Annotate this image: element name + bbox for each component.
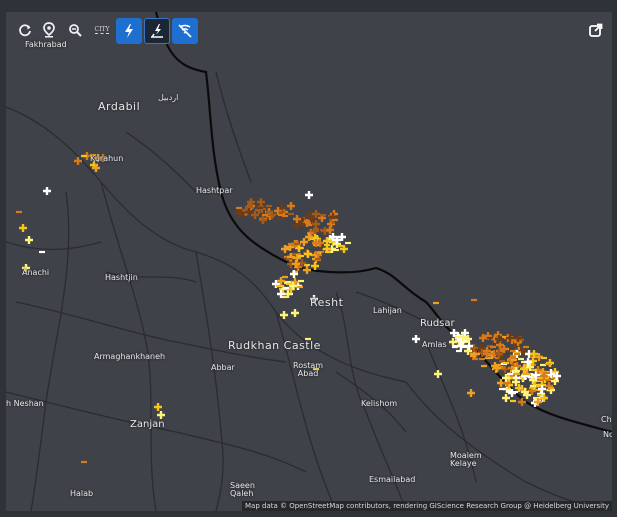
strike-positive-marker — [43, 187, 51, 195]
place-label-amlas: Amlas — [422, 340, 447, 349]
place-label-moalem-kelaye: Moalem Kelaye — [450, 451, 482, 468]
place-label-saeen-qaleh: Saeen Qaleh — [230, 481, 255, 498]
place-label-armaghankhaneh: Armaghankhaneh — [94, 352, 166, 361]
place-label-ardabil: Ardabil — [98, 100, 141, 113]
strike-positive-marker — [311, 262, 319, 270]
ground-strike-toggle[interactable] — [144, 18, 170, 44]
place-label-kelishom: Kelishom — [361, 399, 398, 408]
place-label-lahijan: Lahijan — [373, 306, 402, 315]
strike-positive-marker — [157, 411, 165, 419]
strike-positive-marker — [305, 191, 313, 199]
cloud-to-ground-toggle[interactable] — [116, 18, 142, 44]
strike-positive-marker — [287, 202, 295, 210]
map-canvas[interactable] — [6, 12, 612, 511]
place-label-cha: Cha — [601, 415, 612, 424]
refresh-icon — [19, 24, 31, 37]
app-frame: Fakhrabad Ardabil اردبیل Kurahun Hashtpa… — [0, 0, 617, 517]
strike-positive-marker — [300, 238, 308, 246]
strike-positive-marker — [304, 250, 312, 258]
place-label-rostam-abad: Rostam Abad — [293, 361, 324, 378]
export-button[interactable] — [588, 22, 606, 40]
no-signal-toggle[interactable] — [172, 18, 198, 44]
zoom-out-button[interactable] — [63, 18, 87, 42]
strike-positive-marker — [326, 226, 334, 234]
place-label-hashtpar: Hashtpar — [196, 186, 233, 195]
location-button[interactable] — [37, 18, 61, 42]
city-label: CITY — [94, 26, 110, 34]
place-label-anachi: Anachi — [22, 268, 50, 277]
strike-positive-marker — [74, 157, 82, 165]
place-label-kurahun: Kurahun — [90, 154, 124, 163]
place-label-neshan: h Neshan — [6, 399, 44, 408]
refresh-button[interactable] — [13, 18, 37, 42]
strike-positive-marker — [25, 236, 33, 244]
strike-positive-marker — [19, 224, 27, 232]
lightning-map[interactable]: Fakhrabad Ardabil اردبیل Kurahun Hashtpa… — [6, 12, 612, 511]
signal-off-icon — [178, 24, 192, 38]
strike-positive-marker — [291, 309, 299, 317]
strike-positive-marker — [518, 398, 526, 406]
place-label-no: No — [603, 430, 612, 439]
city-labels-button[interactable]: CITY — [89, 18, 115, 42]
place-label-esmailabad: Esmailabad — [369, 475, 416, 484]
strike-positive-marker — [154, 403, 162, 411]
place-label-ardabil-fa: اردبیل — [158, 93, 179, 102]
place-label-rudsar: Rudsar — [420, 318, 455, 329]
strike-positive-marker — [502, 394, 510, 402]
place-label-rudkhan-castle: Rudkhan Castle — [228, 339, 321, 352]
strike-positive-marker — [467, 389, 475, 397]
ground-strike-icon — [151, 24, 163, 38]
place-label-zanjan: Zanjan — [130, 419, 165, 430]
location-pin-icon — [43, 22, 55, 38]
place-label-halab: Halab — [70, 489, 94, 498]
lightning-strikes — [16, 152, 561, 464]
lightning-bolt-icon — [125, 24, 133, 38]
place-label-fakhrabad: Fakhrabad — [25, 40, 67, 49]
map-attribution[interactable]: Map data © OpenStreetMap contributors, r… — [242, 501, 612, 511]
zoom-out-icon — [69, 24, 82, 37]
strike-positive-marker — [259, 216, 267, 224]
place-label-abbar: Abbar — [211, 363, 235, 372]
place-label-hashtjin: Hashtjin — [105, 273, 138, 282]
place-label-resht: Resht — [310, 296, 344, 309]
strike-positive-marker — [412, 335, 420, 343]
strike-positive-marker — [303, 266, 311, 274]
share-export-icon — [589, 23, 603, 37]
road-network — [6, 71, 612, 511]
